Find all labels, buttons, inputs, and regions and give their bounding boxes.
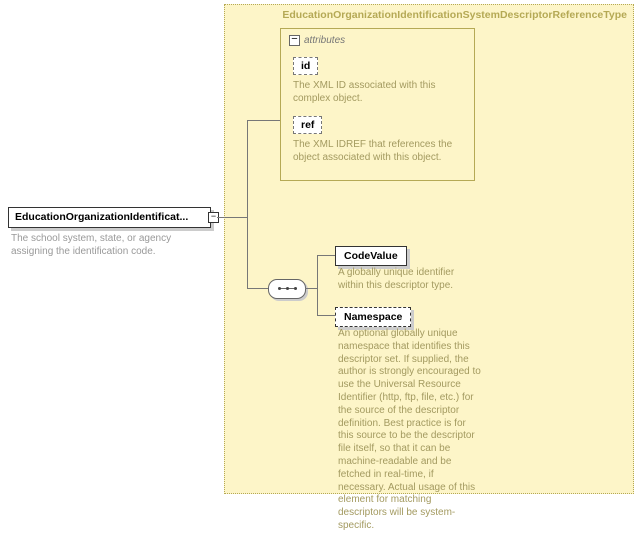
element-namespace[interactable]: Namespace — [335, 307, 411, 327]
root-element-label: EducationOrganizationIdentificat... — [15, 211, 188, 223]
attributes-container: − attributes id The XML ID associated wi… — [280, 28, 475, 181]
connector — [317, 255, 318, 315]
element-namespace-label: Namespace — [344, 311, 402, 323]
collapse-icon[interactable]: − — [289, 35, 300, 46]
attribute-id-desc: The XML ID associated with this complex … — [293, 80, 466, 105]
attribute-ref[interactable]: ref — [293, 116, 322, 134]
connector — [217, 217, 247, 218]
connector — [247, 288, 268, 289]
connector — [305, 288, 317, 289]
attributes-header[interactable]: − attributes — [289, 35, 466, 46]
element-codevalue-desc: A globally unique identifier within this… — [338, 267, 482, 293]
connector — [317, 315, 335, 316]
root-element-description: The school system, state, or agency assi… — [11, 233, 211, 258]
element-codevalue-label: CodeValue — [344, 250, 398, 262]
connector — [317, 255, 335, 256]
connector — [247, 120, 280, 121]
attribute-ref-desc: The XML IDREF that references the object… — [293, 139, 466, 164]
sequence-compositor[interactable] — [268, 279, 306, 299]
element-namespace-desc: An optional globally unique namespace th… — [338, 328, 482, 533]
connector — [247, 120, 248, 288]
type-title: EducationOrganizationIdentificationSyste… — [232, 9, 627, 21]
attributes-label: attributes — [304, 35, 345, 46]
element-codevalue[interactable]: CodeValue — [335, 246, 407, 266]
root-element-box[interactable]: EducationOrganizationIdentificat... — [8, 207, 211, 228]
attribute-id[interactable]: id — [293, 57, 318, 75]
